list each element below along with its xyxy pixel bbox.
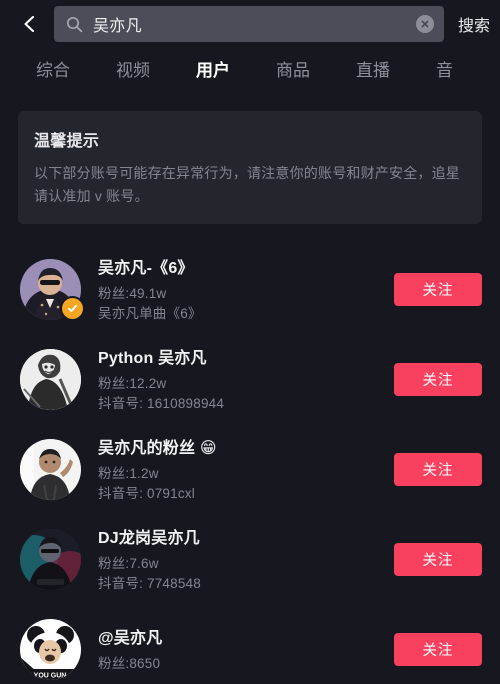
avatar-image (20, 438, 81, 500)
user-info: 吴亦凡-《6》 粉丝:49.1w 吴亦凡单曲《6》 (98, 254, 394, 325)
follow-button[interactable]: 关注 (394, 542, 482, 576)
check-icon (66, 302, 79, 315)
chevron-left-icon (20, 14, 40, 34)
follow-button[interactable]: 关注 (394, 272, 482, 306)
user-followers: 粉丝:49.1w (98, 285, 167, 301)
search-submit-button[interactable]: 搜索 (444, 12, 500, 36)
list-item[interactable]: DJ龙岗吴亦几 粉丝:7.6w 抖音号: 7748548 关注 (0, 514, 500, 604)
user-info: @吴亦凡 粉丝:8650 (98, 624, 394, 675)
follow-button[interactable]: 关注 (394, 362, 482, 396)
user-followers: 粉丝:12.2w (98, 375, 167, 391)
notice-body: 以下部分账号可能存在异常行为，请注意你的账号和财产安全，追星请认准加 v 账号。 (34, 165, 460, 204)
user-name: 吴亦凡-《6》 (98, 259, 194, 277)
svg-text:YOU GUN: YOU GUN (34, 672, 67, 679)
close-icon (420, 19, 430, 29)
user-name: Python 吴亦凡 (98, 349, 207, 367)
category-tab-bar: 综合 视频 用户 商品 直播 音 (0, 48, 500, 90)
search-query-text[interactable]: 吴亦凡 (93, 12, 410, 36)
follow-button[interactable]: 关注 (394, 452, 482, 486)
tab-zonghe[interactable]: 综合 (36, 56, 70, 83)
user-extra: 吴亦凡单曲《6》 (98, 306, 202, 322)
user-extra: 抖音号: 7748548 (98, 576, 201, 592)
tab-yinyue[interactable]: 音 (436, 56, 453, 83)
user-extra: 抖音号: 1610898944 (98, 396, 225, 412)
tab-yonghu[interactable]: 用户 (196, 56, 230, 83)
avatar-image: YOU GUN (20, 618, 81, 680)
avatar[interactable] (20, 528, 81, 590)
top-search-bar: 吴亦凡 搜索 (0, 0, 500, 48)
avatar[interactable] (20, 348, 81, 410)
avatar[interactable]: YOU GUN (20, 618, 81, 680)
verified-badge (62, 297, 83, 319)
notice-title: 温馨提示 (34, 133, 100, 150)
tab-shangpin[interactable]: 商品 (276, 56, 310, 83)
back-button[interactable] (10, 4, 50, 44)
user-info: Python 吴亦凡 粉丝:12.2w 抖音号: 1610898944 (98, 344, 394, 415)
avatar-image (20, 528, 81, 590)
list-item[interactable]: Python 吴亦凡 粉丝:12.2w 抖音号: 1610898944 关注 (0, 334, 500, 424)
tab-zhibo[interactable]: 直播 (356, 56, 390, 83)
avatar-image (20, 348, 81, 410)
user-extra: 抖音号: 0791cxl (98, 486, 195, 502)
list-item[interactable]: 吴亦凡-《6》 粉丝:49.1w 吴亦凡单曲《6》 关注 (0, 244, 500, 334)
user-info: DJ龙岗吴亦几 粉丝:7.6w 抖音号: 7748548 (98, 524, 394, 595)
user-name: DJ龙岗吴亦几 (98, 529, 200, 547)
search-results-screen: 吴亦凡 搜索 综合 视频 用户 商品 直播 音 温馨提示 以下部分账号可能存在异… (0, 0, 500, 684)
user-result-list: 吴亦凡-《6》 粉丝:49.1w 吴亦凡单曲《6》 关注 Python 吴亦凡 … (0, 244, 500, 684)
user-info: 吴亦凡的粉丝 😁 粉丝:1.2w 抖音号: 0791cxl (98, 434, 394, 505)
user-followers: 粉丝:7.6w (98, 555, 159, 571)
tab-shipin[interactable]: 视频 (116, 56, 150, 83)
warning-notice-card: 温馨提示 以下部分账号可能存在异常行为，请注意你的账号和财产安全，追星请认准加 … (18, 111, 482, 225)
user-followers: 粉丝:1.2w (98, 465, 159, 481)
clear-search-button[interactable] (415, 15, 434, 33)
search-input[interactable]: 吴亦凡 (54, 6, 444, 42)
avatar[interactable] (20, 258, 83, 320)
user-name: @吴亦凡 (98, 630, 163, 648)
follow-button[interactable]: 关注 (394, 632, 482, 666)
search-icon (66, 16, 83, 33)
user-name: 吴亦凡的粉丝 😁 (98, 439, 217, 457)
avatar[interactable] (20, 438, 81, 500)
user-followers: 粉丝:8650 (98, 656, 161, 672)
list-item[interactable]: 吴亦凡的粉丝 😁 粉丝:1.2w 抖音号: 0791cxl 关注 (0, 424, 500, 514)
list-item[interactable]: YOU GUN @吴亦凡 粉丝:8650 关注 (0, 604, 500, 684)
